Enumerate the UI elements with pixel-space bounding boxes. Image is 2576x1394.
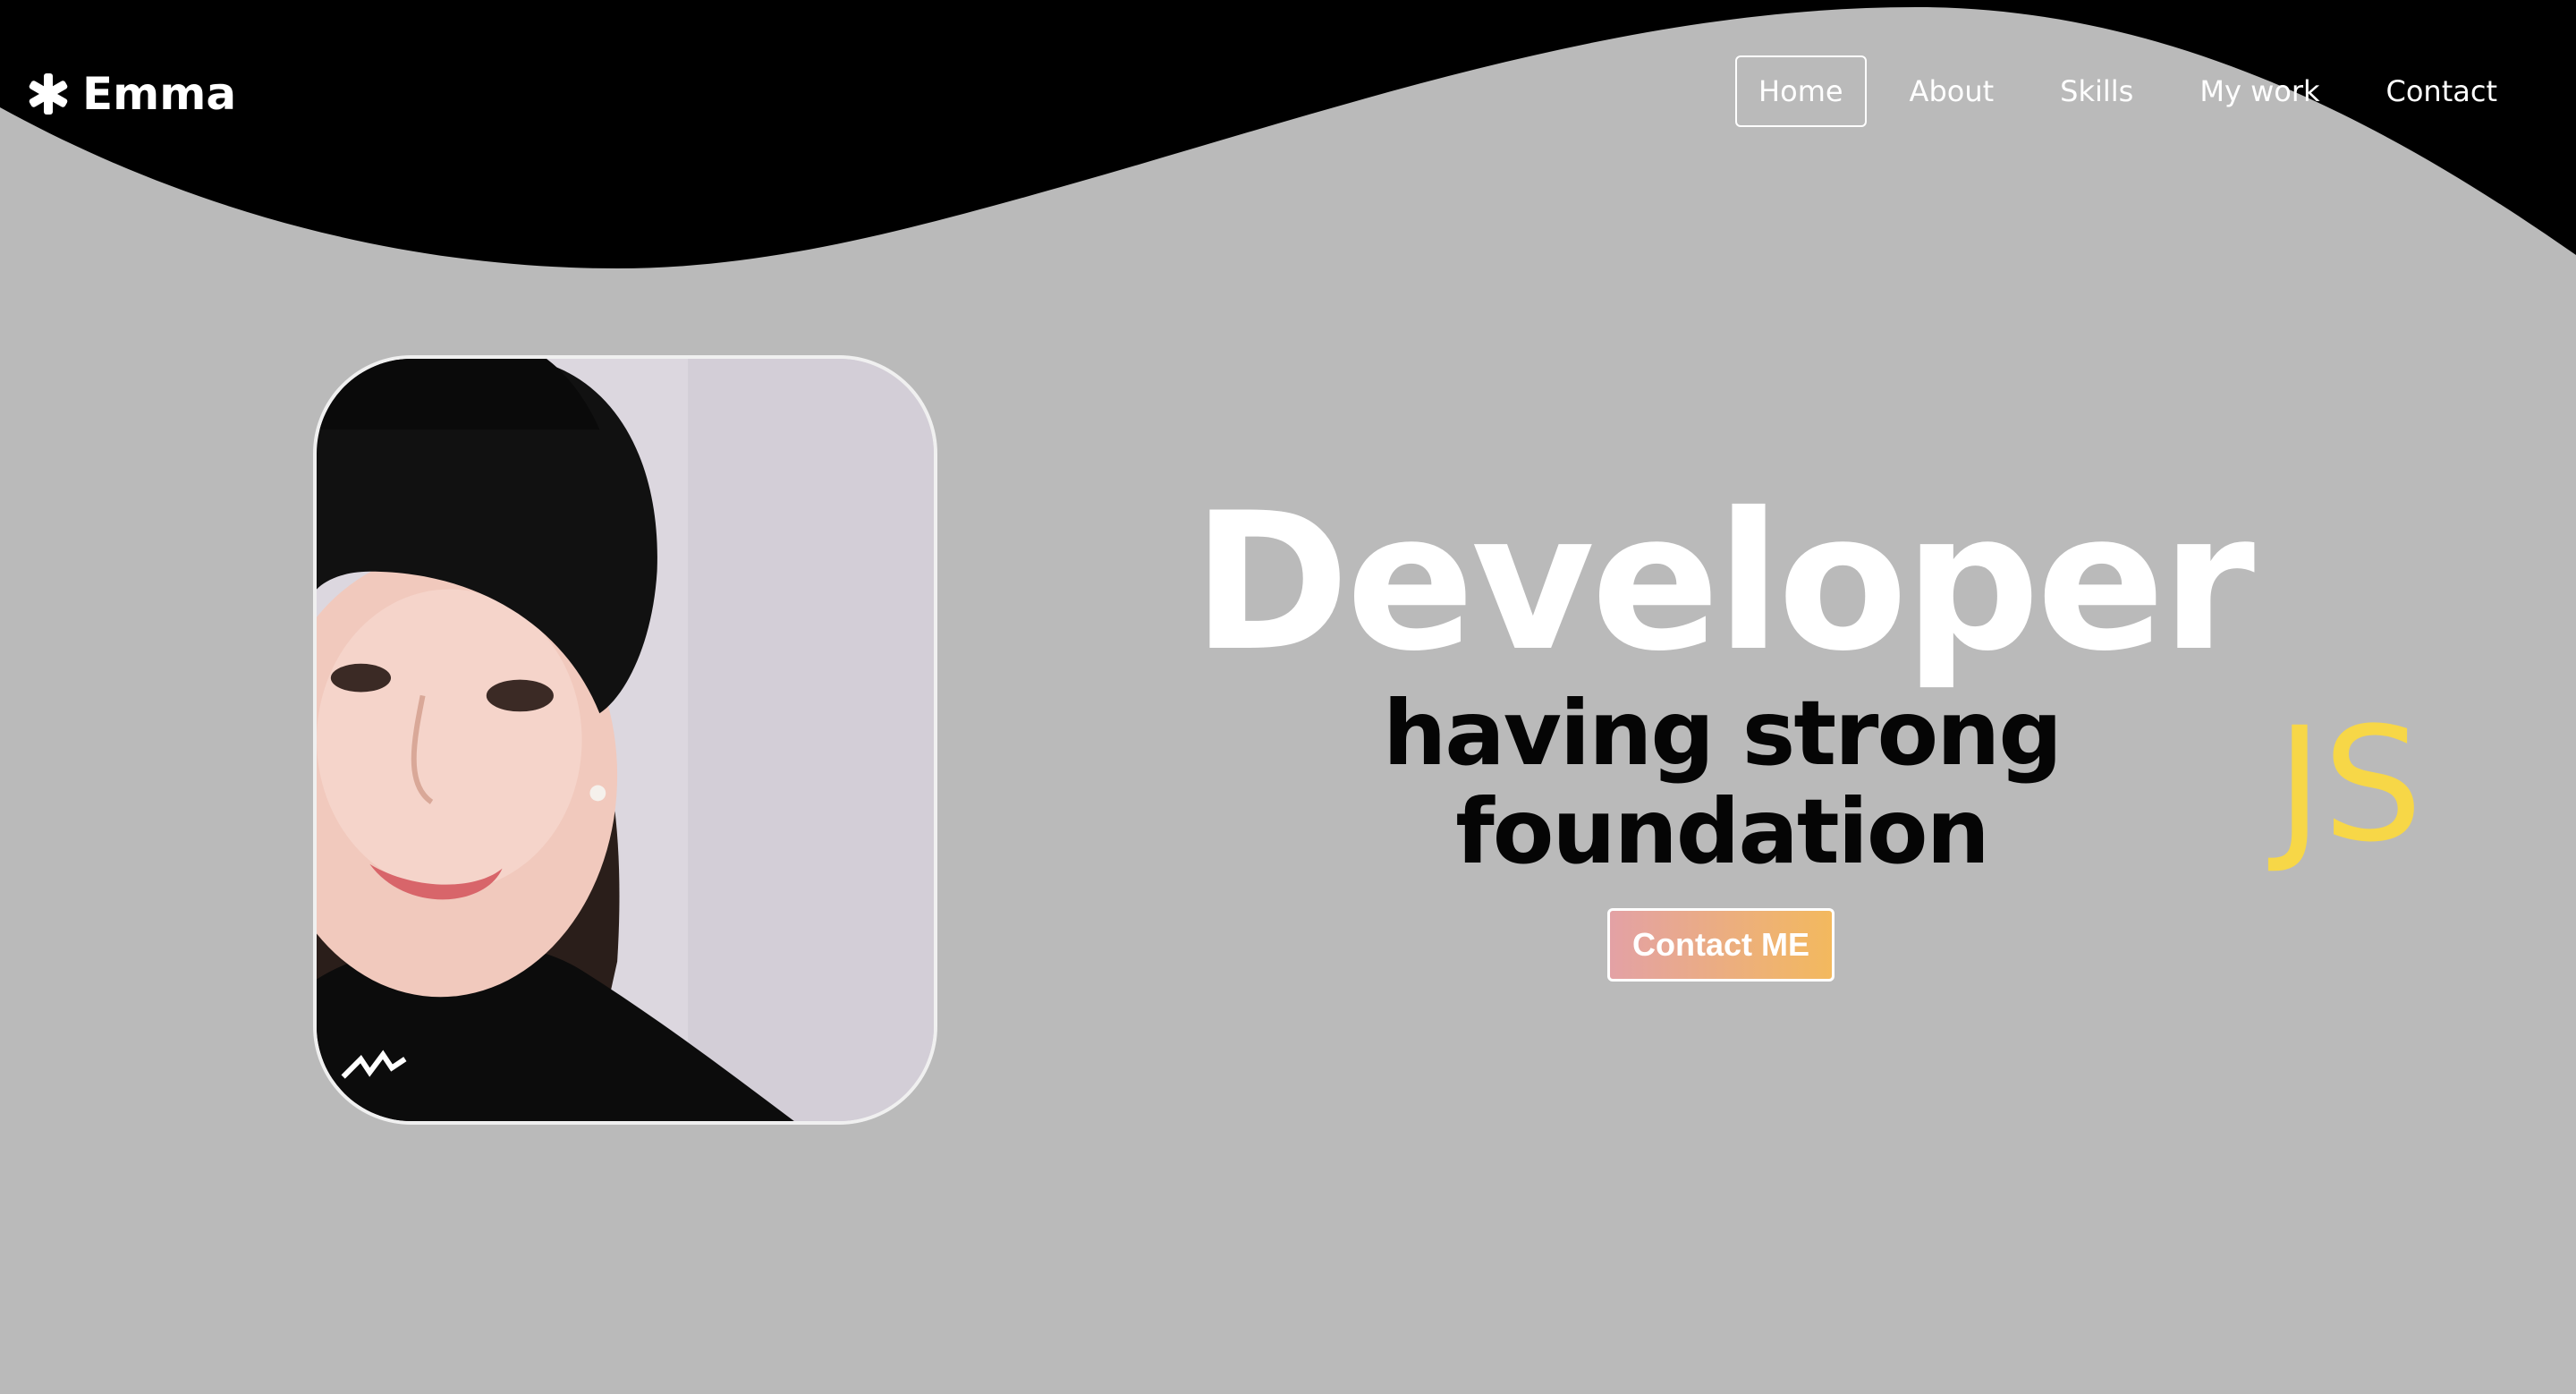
brand-name: Emma	[82, 68, 237, 120]
nav-contact[interactable]: Contact	[2363, 55, 2521, 127]
nav-skills[interactable]: Skills	[2037, 55, 2157, 127]
contact-me-button[interactable]: Contact ME	[1607, 908, 1835, 982]
rotating-skill-word: JS	[2276, 693, 2423, 877]
header-wave	[0, 0, 2576, 268]
nav-home[interactable]: Home	[1735, 55, 1867, 127]
asterisk-icon	[27, 72, 70, 115]
main-nav: Home About Skills My work Contact	[1735, 55, 2521, 127]
hero-subline: having strong foundation	[1383, 681, 2063, 884]
nav-my-work[interactable]: My work	[2176, 55, 2343, 127]
brand-logo[interactable]: Emma	[27, 68, 236, 120]
nav-about[interactable]: About	[1886, 55, 2018, 127]
profile-photo	[313, 355, 937, 1125]
hero-headline: Developer	[1191, 472, 2255, 693]
